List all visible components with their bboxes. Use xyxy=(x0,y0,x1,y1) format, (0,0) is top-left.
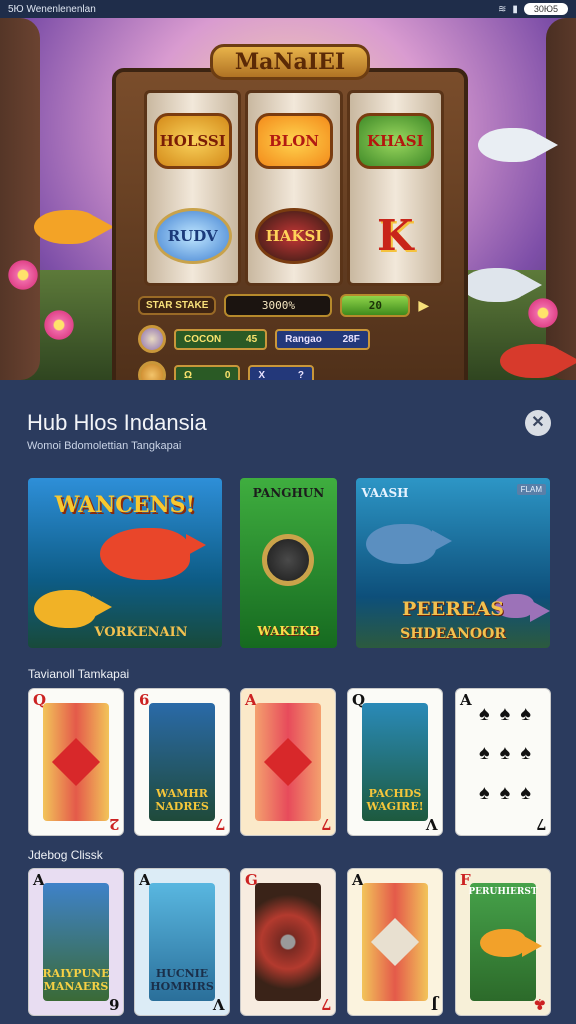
playing-card[interactable]: A 7 xyxy=(240,688,336,836)
fish-icon xyxy=(500,344,576,378)
wheel-icon[interactable] xyxy=(138,361,166,380)
reel-symbol: K xyxy=(377,211,414,260)
tile-badge: FLAM xyxy=(516,484,546,495)
card-rank: V xyxy=(426,815,438,833)
card-rank: V xyxy=(213,995,225,1013)
playing-card[interactable]: A RAIYPUNE MANAERS 6 xyxy=(28,868,124,1016)
win-display[interactable]: 20 xyxy=(340,294,411,317)
card-rank: 6 xyxy=(139,691,150,709)
cocon-value: 45 xyxy=(246,333,258,345)
close-icon[interactable]: ✕ xyxy=(525,410,551,436)
tile-subtitle: SHDEANOOR xyxy=(400,626,506,642)
card-art-text: HUCNIE HOMRIRS xyxy=(150,967,214,993)
fish-icon xyxy=(34,210,114,244)
sheet-title: Hub Hlos Indansia xyxy=(27,410,207,435)
rangao-value: 28F xyxy=(342,333,360,345)
game-hub-sheet: Hub Hlos Indansia Womoi Bdomolettian Tan… xyxy=(0,380,576,1024)
section-label: Jdebog Clissk xyxy=(28,848,103,862)
hero-banner[interactable]: HOLSSI RUDV BLON HAKSI KHASI K STAR STAK… xyxy=(0,18,576,380)
card-rank: 7 xyxy=(320,995,331,1013)
playing-card[interactable]: Q PACHDS WAGIRE! V xyxy=(347,688,443,836)
tile-title: WANCENS! xyxy=(54,492,196,518)
sheet-subtitle: Womoi Bdomolettian Tangkapai xyxy=(27,440,182,452)
fish-icon xyxy=(34,590,112,628)
status-left-text: 5Ю Wenenlenenlan xyxy=(8,3,96,15)
reel-2: BLON HAKSI xyxy=(245,90,343,286)
tile-subtitle: WAKEKB xyxy=(257,624,320,638)
battery-pill: 30Ю5 xyxy=(523,3,568,15)
playing-card[interactable]: G 7 xyxy=(240,868,336,1016)
reel-symbol: BLON xyxy=(254,112,333,169)
card-rank: 2 xyxy=(108,815,119,833)
section-label: Tavianoll Tamkapai xyxy=(28,667,130,681)
bet-button[interactable]: Ω 0 xyxy=(174,364,241,381)
playing-card[interactable]: A J xyxy=(347,868,443,1016)
flower-icon xyxy=(526,296,560,330)
rangao-label: Rangao xyxy=(285,333,322,345)
tile-title: PANGHUN xyxy=(252,486,325,500)
status-bar: 5Ю Wenenlenenlan ≋ ▮ 30Ю5 xyxy=(0,0,576,18)
diamond-icon xyxy=(263,737,313,787)
card-art-text: WAMHR NADRES xyxy=(155,787,209,813)
slot-reels: HOLSSI RUDV BLON HAKSI KHASI K xyxy=(144,90,444,286)
diamond-icon xyxy=(51,737,101,787)
playing-card[interactable]: 6 WAMHR NADRES 7 xyxy=(134,688,230,836)
rangao-button[interactable]: Rangao 28F xyxy=(275,328,370,350)
card-rank: A xyxy=(460,691,472,709)
fish-icon xyxy=(480,929,542,957)
wifi-icon: ≋ xyxy=(497,3,507,15)
tile-subtitle: VORKENAIN xyxy=(94,625,188,640)
fish-icon xyxy=(462,268,542,302)
cocon-label: COCON xyxy=(184,333,222,345)
card-rank: ♣ xyxy=(532,995,546,1013)
playing-card[interactable]: Q 2 xyxy=(28,688,124,836)
tree-left xyxy=(0,18,40,380)
playing-card[interactable]: F PERUHIERST ♣ xyxy=(455,868,551,1016)
reel-3: KHASI K xyxy=(346,90,444,286)
card-art-text: PACHDS WAGIRE! xyxy=(366,787,424,813)
game-tile[interactable]: WANCENS! VORKENAIN xyxy=(28,478,222,648)
card-rank: 7 xyxy=(214,815,225,833)
card-rank: 6 xyxy=(108,995,119,1013)
flower-icon xyxy=(6,258,40,292)
reel-symbol: HOLSSI xyxy=(153,112,232,169)
tile-title: VAASH xyxy=(361,486,409,500)
reel-symbol: HAKSI xyxy=(254,207,333,264)
credit-meter: 3000% xyxy=(224,294,333,317)
card-rank: 7 xyxy=(320,815,331,833)
card-rank: F xyxy=(460,871,471,889)
fish-icon xyxy=(100,528,206,580)
game-tile[interactable]: VAASH FLAM PEEREAS SHDEANOOR xyxy=(356,478,550,648)
spade-icons: ♠ ♠ ♠ ♠ ♠ ♠ ♠ ♠ ♠ xyxy=(479,703,531,804)
coin-icon[interactable] xyxy=(138,325,166,353)
compass-icon xyxy=(262,534,314,586)
card-art-text: PERUHIERST xyxy=(468,887,538,897)
card-rank: J xyxy=(430,995,438,1013)
game-tile[interactable]: PANGHUN WAKEKB xyxy=(240,478,337,648)
cocon-button[interactable]: COCON 45 xyxy=(174,328,268,350)
signal-icon: ▮ xyxy=(512,3,518,15)
playing-card[interactable]: A ♠ ♠ ♠ ♠ ♠ ♠ ♠ ♠ ♠ 7 xyxy=(455,688,551,836)
reel-symbol: KHASI xyxy=(356,112,435,169)
option-icon: X xyxy=(258,369,266,381)
option-button[interactable]: X ? xyxy=(248,364,314,381)
card-art-text: RAIYPUNE MANAERS xyxy=(42,967,110,993)
slot-machine[interactable]: HOLSSI RUDV BLON HAKSI KHASI K STAR STAK… xyxy=(112,68,468,380)
stake-label: STAR STAKE xyxy=(138,296,217,315)
fish-icon xyxy=(366,524,452,564)
fish-icon xyxy=(478,128,558,162)
machine-title: MaNaIEI xyxy=(210,44,370,80)
arrow-right-icon[interactable]: ▶ xyxy=(418,297,429,314)
bet-icon: Ω xyxy=(184,369,193,381)
flower-icon xyxy=(42,308,76,342)
playing-card[interactable]: A HUCNIE HOMRIRS V xyxy=(134,868,230,1016)
control-panel: STAR STAKE 3000% 20 ▶ COCON 45 Rangao 28… xyxy=(138,294,450,380)
option-value: ? xyxy=(297,369,304,381)
shell-icon xyxy=(370,917,420,967)
card-rank: 7 xyxy=(535,815,546,833)
reel-symbol: RUDV xyxy=(153,207,232,264)
tile-subtitle: PEEREAS xyxy=(402,598,504,620)
bet-value: 0 xyxy=(224,369,231,381)
reel-1: HOLSSI RUDV xyxy=(144,90,242,286)
